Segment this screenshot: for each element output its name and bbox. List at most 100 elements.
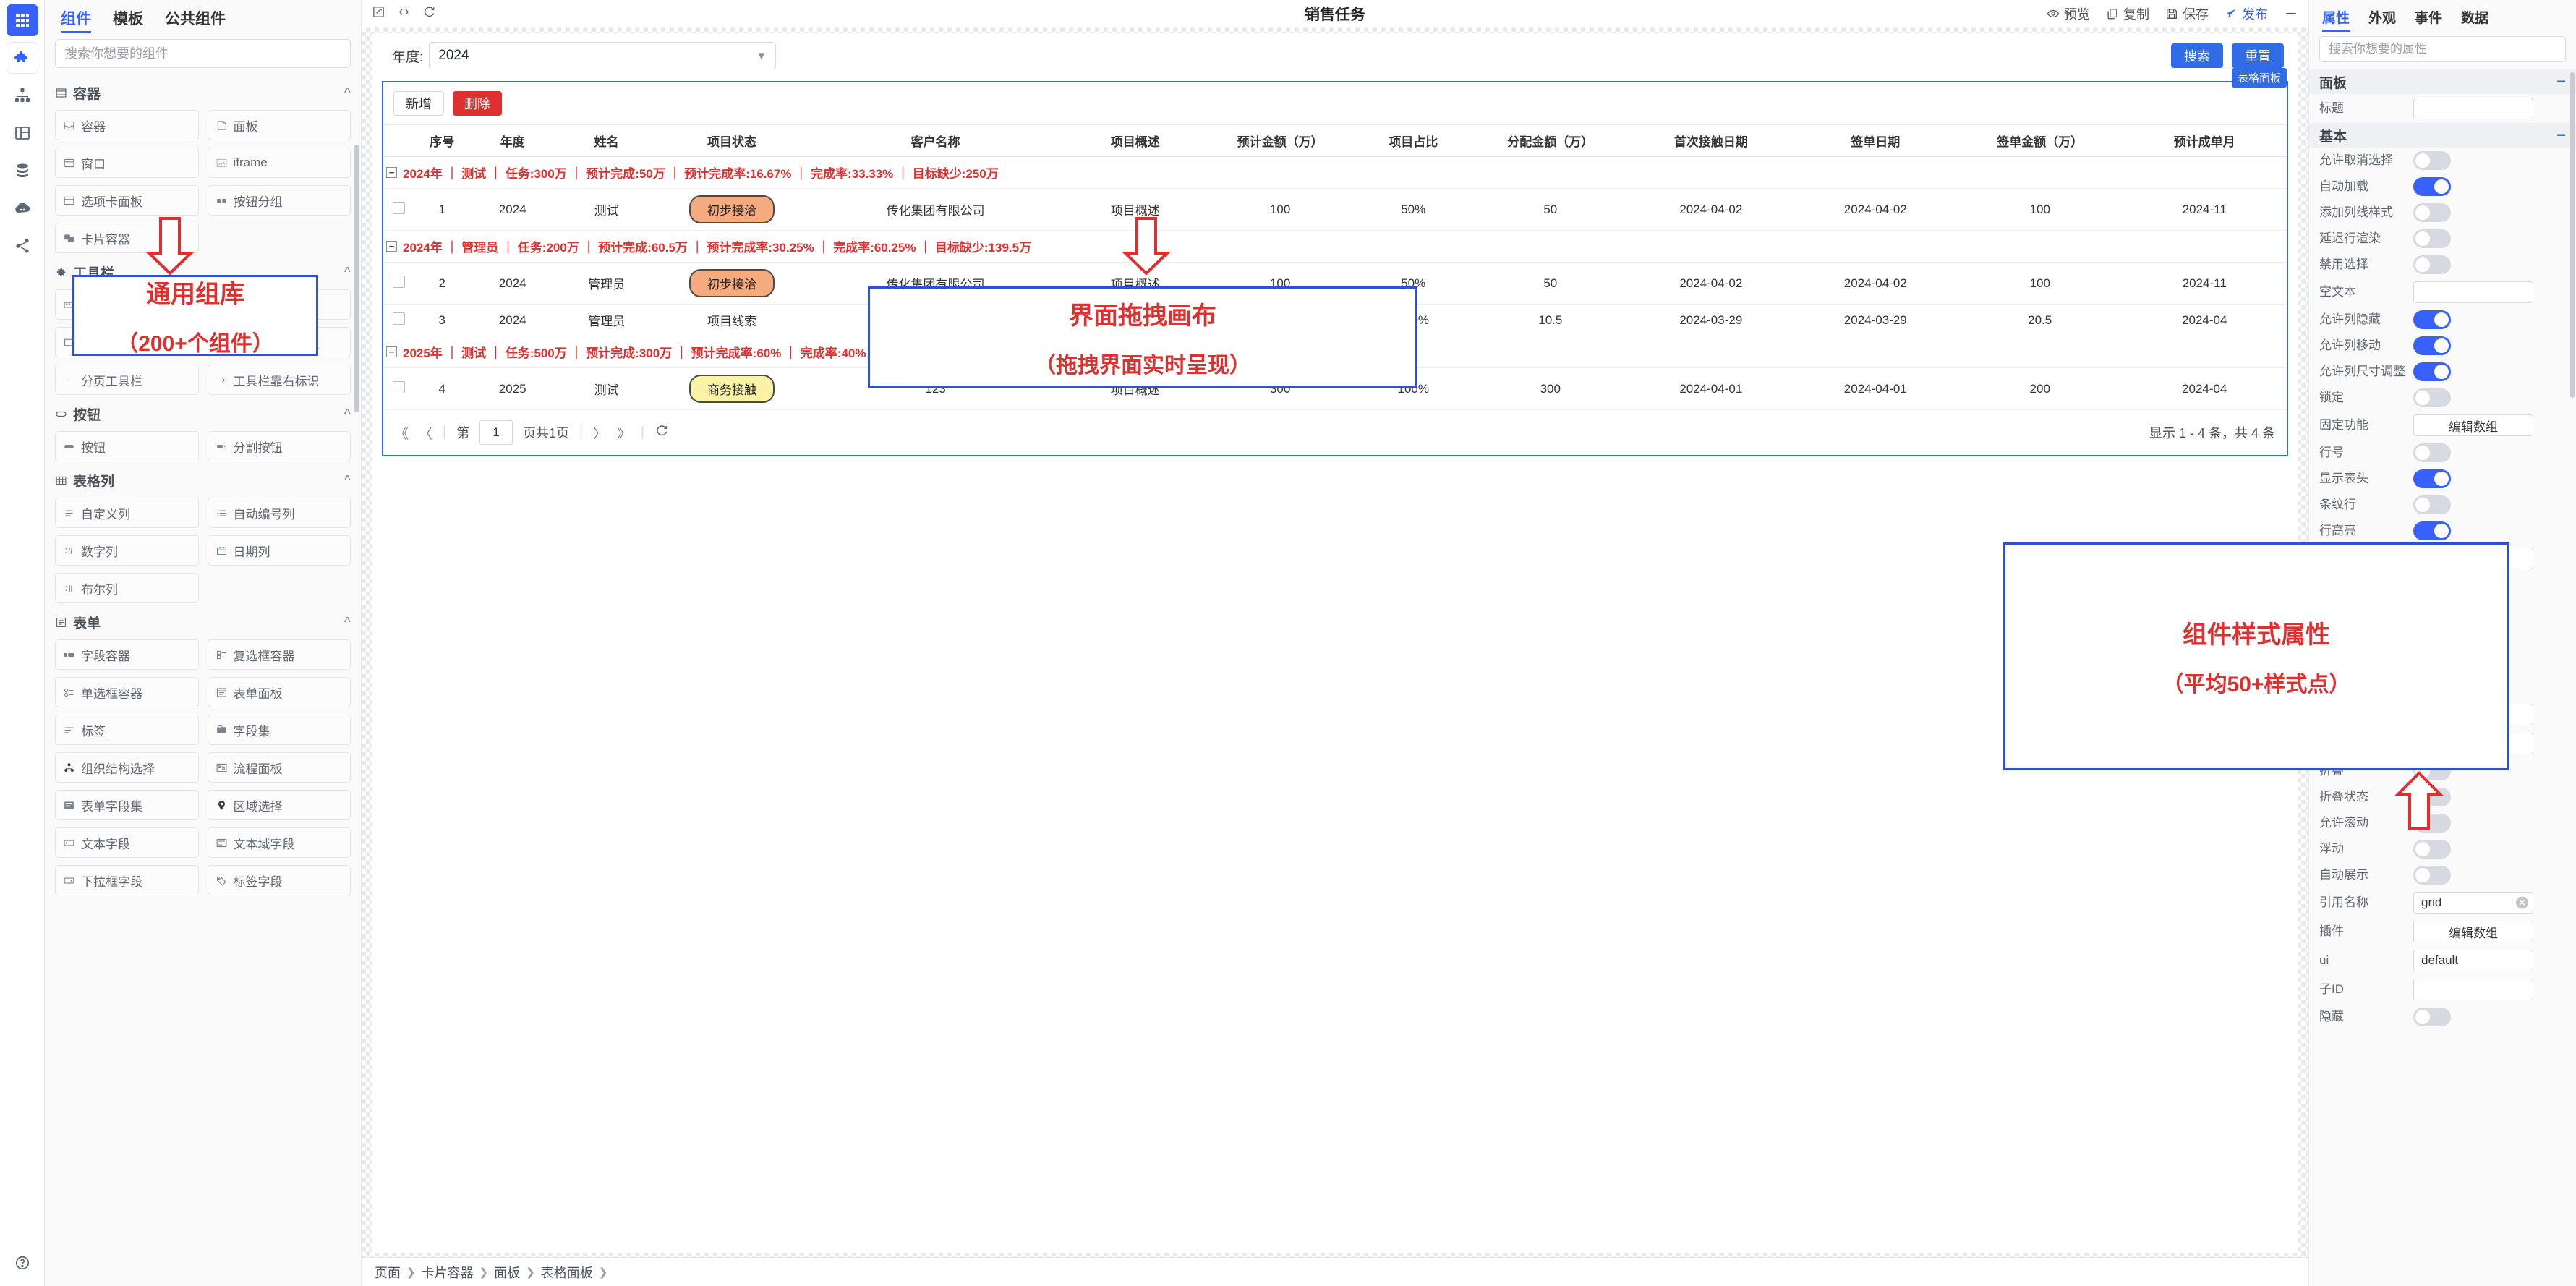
component-item[interactable]: 复选框容器: [207, 639, 351, 670]
component-item[interactable]: 工具栏靠右标识: [207, 365, 351, 395]
year-select[interactable]: 2024 ▼: [429, 42, 777, 69]
col-estimate[interactable]: 预计金额（万）: [1206, 124, 1355, 157]
tab-public-components[interactable]: 公共组件: [165, 7, 226, 33]
save-button[interactable]: 保存: [2165, 4, 2209, 23]
row-checkbox-cell[interactable]: [383, 304, 415, 336]
chevron-up-icon[interactable]: ^: [344, 265, 351, 278]
row-highlight-toggle[interactable]: [2413, 521, 2451, 540]
component-item[interactable]: 选项卡面板: [55, 185, 199, 216]
component-item[interactable]: 容器: [55, 110, 199, 140]
row-checkbox-cell[interactable]: [383, 367, 415, 410]
col-allocated[interactable]: 分配金额（万）: [1472, 124, 1629, 157]
component-item[interactable]: 布尔列: [55, 573, 199, 603]
component-item[interactable]: 分页工具栏: [55, 365, 199, 395]
component-search-input[interactable]: [55, 39, 351, 68]
last-page-button[interactable]: 》: [617, 423, 631, 443]
delete-button[interactable]: 删除: [453, 91, 502, 116]
col-expected-month[interactable]: 预计成单月: [2122, 124, 2287, 157]
refresh-icon[interactable]: [654, 423, 669, 442]
share-icon[interactable]: [7, 230, 38, 262]
refresh-icon[interactable]: [422, 5, 436, 22]
sub-id-input[interactable]: [2413, 979, 2533, 1000]
group-header-form[interactable]: 表单 ^: [55, 608, 351, 636]
database-icon[interactable]: [7, 155, 38, 187]
property-search-input[interactable]: [2319, 36, 2566, 62]
component-item[interactable]: 分割按钮: [207, 431, 351, 461]
chevron-up-icon[interactable]: ^: [344, 86, 351, 99]
component-item[interactable]: 组织结构选择: [55, 752, 199, 783]
tab-events[interactable]: 事件: [2415, 7, 2442, 32]
group-header-container[interactable]: 容器 ^: [55, 78, 351, 107]
component-item[interactable]: iframe: [207, 148, 351, 178]
puzzle-icon[interactable]: [6, 42, 38, 74]
tab-appearance[interactable]: 外观: [2368, 7, 2396, 32]
row-checkbox-cell[interactable]: [383, 188, 415, 231]
component-item[interactable]: 字段集: [207, 715, 351, 745]
add-button[interactable]: 新增: [393, 91, 444, 116]
component-item[interactable]: 表单字段集: [55, 790, 199, 820]
hidden-toggle[interactable]: [2413, 1008, 2451, 1026]
component-item[interactable]: 按钮: [55, 431, 199, 461]
tab-components[interactable]: 组件: [61, 7, 91, 33]
defer-row-render-toggle[interactable]: [2413, 229, 2451, 248]
help-icon[interactable]: [7, 1247, 38, 1279]
col-ratio[interactable]: 项目占比: [1355, 124, 1472, 157]
auto-load-toggle[interactable]: [2413, 177, 2451, 196]
row-checkbox-cell[interactable]: [383, 262, 415, 305]
properties-scrollbar[interactable]: [2570, 72, 2575, 398]
copy-button[interactable]: 复制: [2106, 4, 2149, 23]
first-page-button[interactable]: 《: [395, 423, 409, 443]
section-header-panel[interactable]: 面板 −: [2309, 69, 2576, 94]
component-item[interactable]: 字段容器: [55, 639, 199, 670]
clear-icon[interactable]: ✕: [2516, 896, 2528, 909]
tab-templates[interactable]: 模板: [113, 7, 143, 33]
prev-page-button[interactable]: 〈: [419, 423, 432, 443]
ui-input[interactable]: [2413, 950, 2533, 971]
table-group-row[interactable]: − 2024年 ｜ 测试 ｜ 任务:300万 ｜ 预计完成:50万 ｜ 预计完成…: [383, 156, 2287, 189]
col-summary[interactable]: 项目概述: [1065, 124, 1206, 157]
chevron-up-icon[interactable]: ^: [344, 407, 351, 420]
collapse-icon[interactable]: −: [386, 346, 397, 357]
component-item[interactable]: 标签: [55, 715, 199, 745]
chevron-up-icon[interactable]: ^: [344, 616, 351, 629]
component-item[interactable]: 下拉框字段: [55, 865, 199, 895]
preview-button[interactable]: 预览: [2047, 4, 2090, 23]
page-number-input[interactable]: [479, 420, 513, 445]
group-header-table-columns[interactable]: 表格列 ^: [55, 466, 351, 495]
col-sign-amount[interactable]: 签单金额（万）: [1958, 124, 2123, 157]
striped-rows-toggle[interactable]: [2413, 495, 2451, 514]
next-page-button[interactable]: 〉: [593, 423, 607, 443]
component-item[interactable]: 流程面板: [207, 752, 351, 783]
table-group-row[interactable]: − 2024年 ｜ 管理员 ｜ 任务:200万 ｜ 预计完成:60.5万 ｜ 预…: [383, 230, 2287, 263]
collapse-icon[interactable]: −: [2556, 74, 2566, 90]
reset-button[interactable]: 重置: [2232, 43, 2284, 68]
tab-properties[interactable]: 属性: [2322, 7, 2350, 32]
component-item[interactable]: 区域选择: [207, 790, 351, 820]
row-checkbox[interactable]: [393, 275, 406, 288]
library-scrollbar[interactable]: [354, 145, 359, 412]
col-status[interactable]: 项目状态: [657, 124, 806, 157]
col-name[interactable]: 姓名: [555, 124, 658, 157]
title-input[interactable]: [2413, 98, 2533, 119]
plugins-edit-button[interactable]: 编辑数组: [2413, 921, 2533, 942]
publish-button[interactable]: 发布: [2225, 4, 2268, 23]
allow-column-move-toggle[interactable]: [2413, 336, 2451, 355]
more-icon[interactable]: [2284, 7, 2298, 21]
component-item[interactable]: 日期列: [207, 535, 351, 566]
component-item[interactable]: 按钮分组: [207, 185, 351, 216]
component-item[interactable]: 单选框容器: [55, 677, 199, 707]
collapse-icon[interactable]: −: [386, 167, 397, 178]
component-item[interactable]: 表单面板: [207, 677, 351, 707]
tab-data[interactable]: 数据: [2461, 7, 2488, 32]
collapse-icon[interactable]: −: [2556, 127, 2566, 143]
chevron-up-icon[interactable]: ^: [344, 474, 351, 487]
column-line-style-toggle[interactable]: [2413, 203, 2451, 222]
row-checkbox[interactable]: [393, 380, 406, 393]
empty-text-input[interactable]: [2413, 281, 2533, 303]
allow-column-hide-toggle[interactable]: [2413, 310, 2451, 329]
component-item[interactable]: 自动编号列: [207, 498, 351, 528]
code-icon[interactable]: [397, 5, 411, 22]
breadcrumb-item-page[interactable]: 页面: [375, 1263, 401, 1282]
apps-grid-icon[interactable]: [6, 4, 38, 36]
table-panel[interactable]: 新增 删除 序号 年度 姓名 项目状态 客户名称 项目概述 预计金额（万） 项目…: [382, 81, 2288, 456]
